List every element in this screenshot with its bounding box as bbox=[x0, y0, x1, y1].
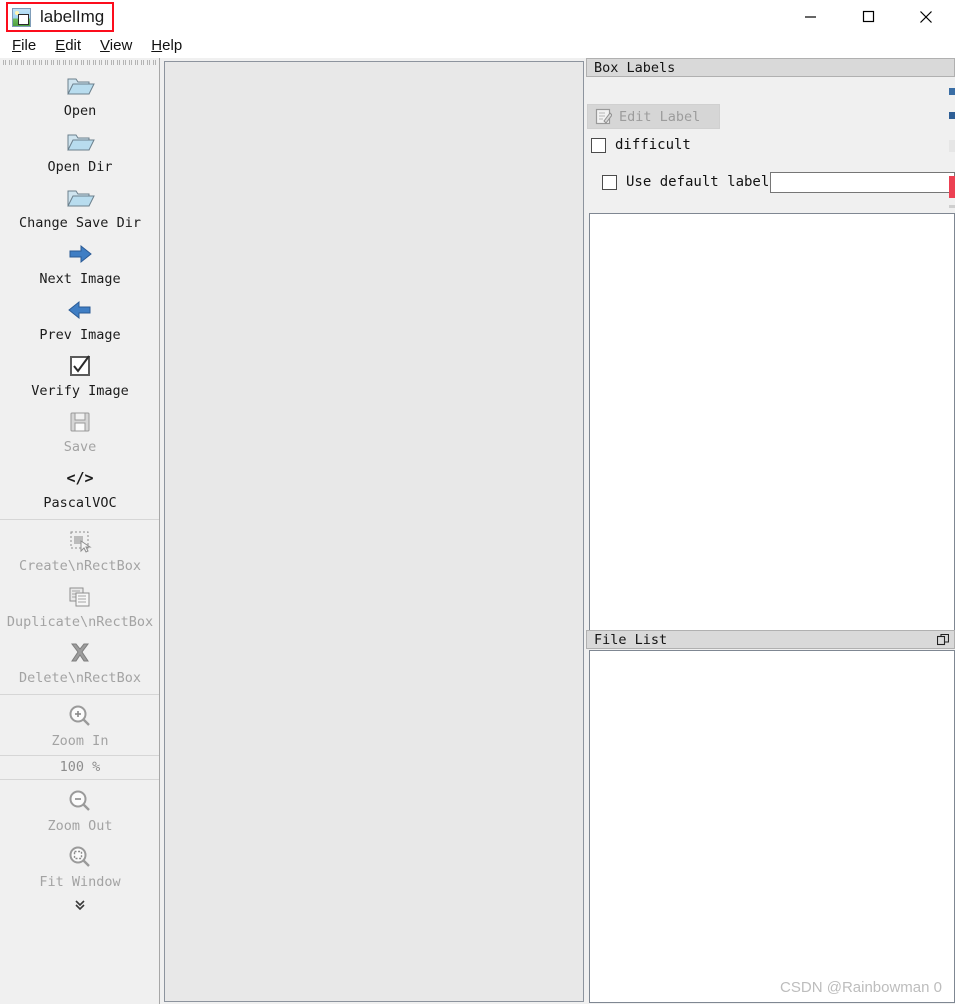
use-default-label-checkbox[interactable] bbox=[602, 174, 617, 190]
zoom-in-icon bbox=[67, 701, 93, 731]
menu-item-edit[interactable]: Edit bbox=[47, 35, 92, 56]
toolbar-item-delete-rectbox[interactable]: Delete\nRectBox bbox=[0, 634, 159, 690]
open-folder-icon bbox=[65, 127, 95, 157]
pencil-edit-icon bbox=[595, 108, 613, 125]
box-labels-dock-title: Box Labels bbox=[586, 58, 955, 77]
toolbar-item-next-image[interactable]: Next Image bbox=[0, 235, 159, 291]
zoom-out-icon bbox=[67, 786, 93, 816]
duplicate-rectbox-icon bbox=[67, 582, 93, 612]
toolbar-label-next-image: Next Image bbox=[39, 271, 121, 287]
left-toolbar: Open Open Dir Change Save Dir Next Image… bbox=[0, 58, 160, 1004]
toolbar-overflow-chevron-icon[interactable] bbox=[0, 894, 159, 914]
file-list-listbox[interactable] bbox=[589, 650, 955, 1003]
menu-item-view[interactable]: View bbox=[92, 35, 143, 56]
box-labels-panel: Edit Label difficult Use default label bbox=[586, 77, 955, 637]
maximize-button[interactable] bbox=[839, 0, 897, 33]
labelimg-window: labelImg File Edit View Help Open Open D… bbox=[0, 0, 955, 1004]
toolbar-item-pascalvoc[interactable]: </> PascalVOC bbox=[0, 459, 159, 515]
toolbar-label-save: Save bbox=[63, 439, 97, 455]
toolbar-label-verify-image: Verify Image bbox=[31, 383, 129, 399]
toolbar-label-open-dir: Open Dir bbox=[47, 159, 113, 175]
toolbar-item-change-save-dir[interactable]: Change Save Dir bbox=[0, 179, 159, 235]
create-rectbox-icon bbox=[67, 526, 93, 556]
minimize-button[interactable] bbox=[781, 0, 839, 33]
difficult-checkbox-row[interactable]: difficult bbox=[591, 137, 691, 153]
toolbar-item-create-rectbox[interactable]: Create\nRectBox bbox=[0, 522, 159, 578]
toolbar-label-duplicate-rectbox: Duplicate\nRectBox bbox=[6, 614, 154, 630]
image-canvas[interactable] bbox=[164, 61, 584, 1002]
arrow-left-icon bbox=[66, 295, 94, 325]
toolbar-item-fit-window[interactable]: Fit Window bbox=[0, 838, 159, 894]
default-label-input[interactable] bbox=[770, 172, 955, 193]
image-canvas-area[interactable] bbox=[161, 58, 585, 1004]
toolbar-item-verify-image[interactable]: Verify Image bbox=[0, 347, 159, 403]
edge-artifact bbox=[949, 112, 955, 119]
toolbar-item-open[interactable]: Open bbox=[0, 67, 159, 123]
use-default-label-checkbox-row[interactable]: Use default label bbox=[602, 174, 769, 190]
code-tag-icon: </> bbox=[65, 463, 95, 493]
file-list-dock-title: File List bbox=[586, 630, 955, 649]
watermark-text: CSDN @Rainbowman 0 bbox=[780, 979, 942, 996]
undock-icon[interactable] bbox=[936, 633, 950, 646]
toolbar-label-pascalvoc: PascalVOC bbox=[43, 495, 117, 511]
toolbar-label-create-rectbox: Create\nRectBox bbox=[19, 558, 141, 574]
title-bar: labelImg bbox=[0, 0, 955, 33]
menu-bar: File Edit View Help bbox=[0, 33, 955, 58]
toolbar-label-zoom-out: Zoom Out bbox=[47, 818, 113, 834]
toolbar-item-zoom-out[interactable]: Zoom Out bbox=[0, 782, 159, 838]
toolbar-item-save[interactable]: Save bbox=[0, 403, 159, 459]
toolbar-separator-1 bbox=[0, 519, 159, 520]
close-button[interactable] bbox=[897, 0, 955, 33]
toolbar-label-prev-image: Prev Image bbox=[39, 327, 121, 343]
toolbar-item-zoom-in[interactable]: Zoom In bbox=[0, 697, 159, 753]
window-title: labelImg bbox=[40, 7, 105, 26]
box-labels-list[interactable] bbox=[589, 213, 955, 635]
app-image-icon bbox=[12, 7, 31, 27]
svg-text:</>: </> bbox=[66, 469, 93, 487]
toolbar-label-open: Open bbox=[63, 103, 97, 119]
file-list-title-text: File List bbox=[594, 631, 668, 648]
open-folder-icon bbox=[65, 183, 95, 213]
toolbar-label-fit-window: Fit Window bbox=[39, 874, 121, 890]
title-highlight-box: labelImg bbox=[6, 2, 115, 32]
toolbar-item-open-dir[interactable]: Open Dir bbox=[0, 123, 159, 179]
toolbar-separator-2 bbox=[0, 694, 159, 695]
menu-item-file[interactable]: File bbox=[4, 35, 47, 56]
right-dock: Box Labels Edit Label difficult Use defa… bbox=[586, 58, 955, 1004]
arrow-right-icon bbox=[66, 239, 94, 269]
toolbar-drag-handle[interactable] bbox=[0, 58, 159, 67]
fit-window-icon bbox=[67, 842, 93, 872]
delete-x-icon bbox=[66, 638, 94, 668]
toolbar-label-delete-rectbox: Delete\nRectBox bbox=[19, 670, 141, 686]
toolbar-item-prev-image[interactable]: Prev Image bbox=[0, 291, 159, 347]
zoom-level-value: 100 % bbox=[0, 755, 159, 780]
edge-artifact bbox=[949, 176, 955, 198]
window-controls bbox=[781, 0, 955, 33]
edge-artifact bbox=[949, 140, 955, 152]
checkbox-checked-icon bbox=[67, 351, 93, 381]
difficult-checkbox[interactable] bbox=[591, 137, 606, 153]
toolbar-label-zoom-in: Zoom In bbox=[51, 733, 109, 749]
menu-item-help[interactable]: Help bbox=[143, 35, 193, 56]
edit-label-button-text: Edit Label bbox=[619, 108, 701, 125]
floppy-save-icon bbox=[67, 407, 93, 437]
use-default-label-text: Use default label bbox=[626, 174, 770, 190]
toolbar-label-change-save-dir: Change Save Dir bbox=[19, 215, 141, 231]
file-list-panel: File List bbox=[586, 630, 955, 1004]
edge-artifact bbox=[949, 205, 955, 208]
edge-artifact bbox=[949, 88, 955, 95]
edit-label-button[interactable]: Edit Label bbox=[587, 104, 720, 129]
open-folder-icon bbox=[65, 71, 95, 101]
difficult-label: difficult bbox=[615, 137, 691, 153]
toolbar-item-duplicate-rectbox[interactable]: Duplicate\nRectBox bbox=[0, 578, 159, 634]
box-labels-title-text: Box Labels bbox=[594, 59, 676, 76]
